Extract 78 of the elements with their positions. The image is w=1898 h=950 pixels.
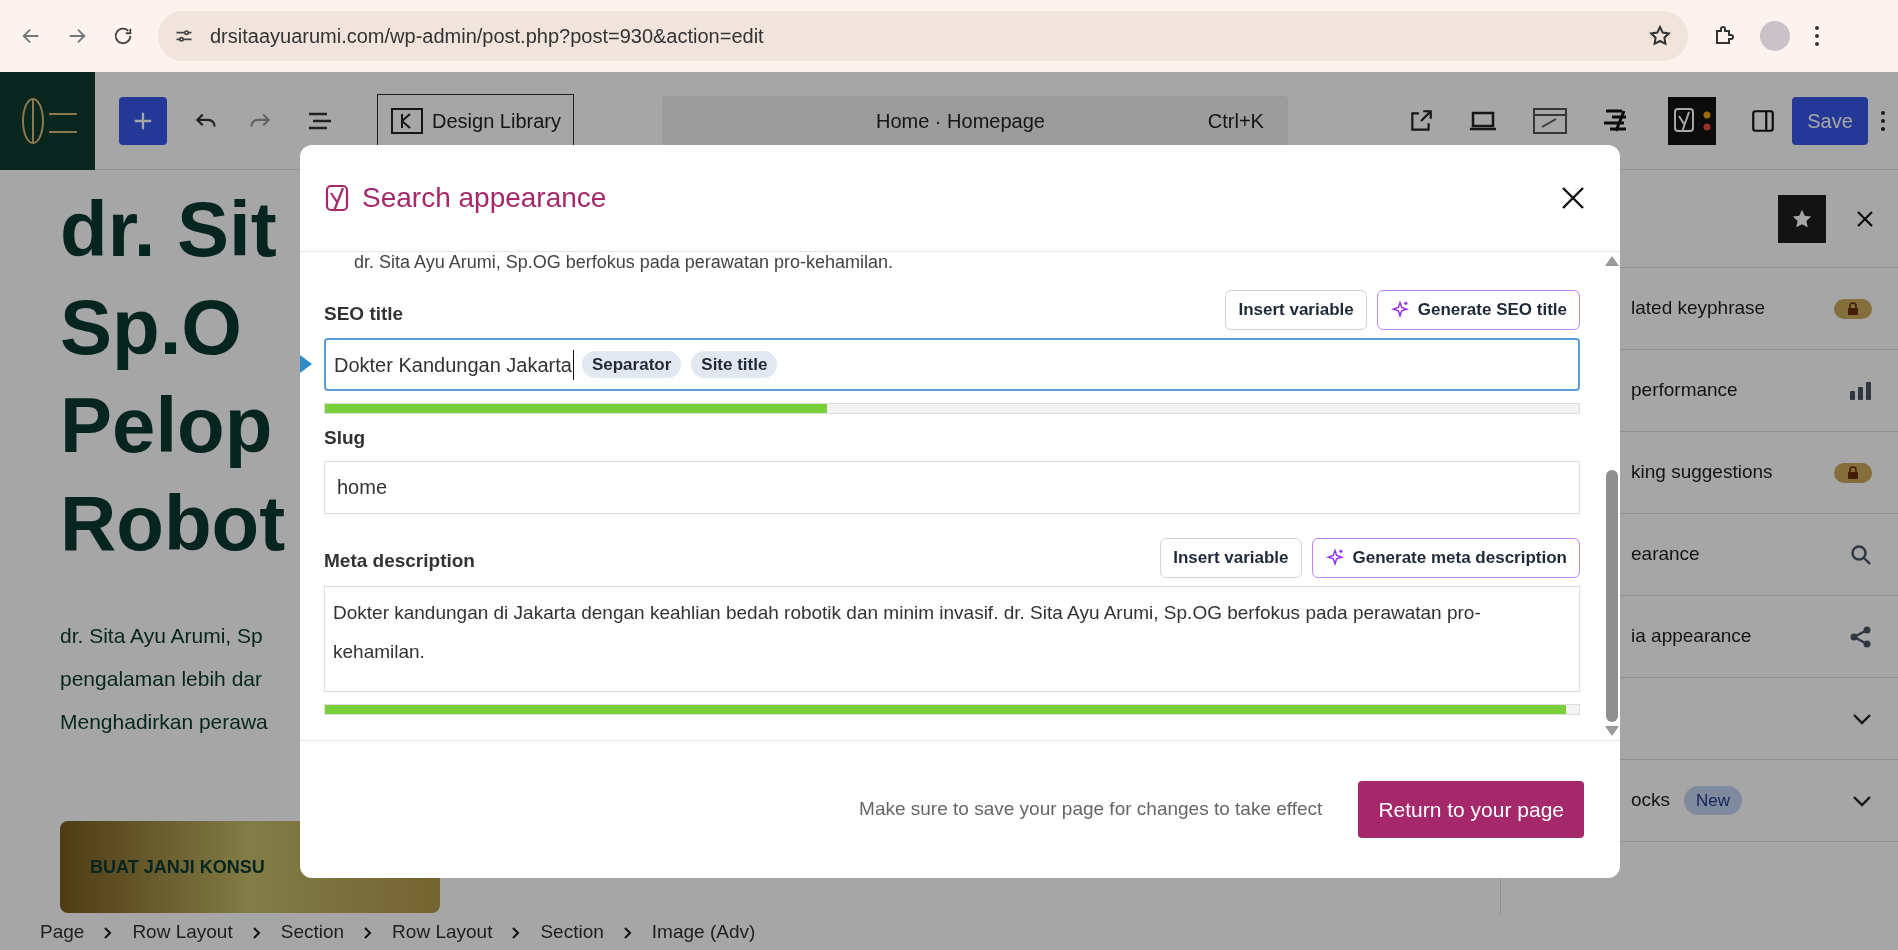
address-bar[interactable]: drsitaayuarumi.com/wp-admin/post.php?post=930&action=edit (158, 11, 1688, 61)
menu-icon[interactable] (1814, 25, 1820, 47)
panel-title: performance (1631, 378, 1738, 403)
description-preview-text: dr. Sita Ayu Arumi, Sp.OG berfokus pada perawatan pro-kehamilan. (353, 252, 894, 272)
panel-title: king suggestions (1631, 460, 1773, 485)
pointer-marker-icon (300, 355, 312, 373)
heading-text: Sp.O (60, 282, 242, 373)
shortcut-hint: Ctrl+K (1207, 108, 1264, 134)
heading-text: Robot (60, 478, 286, 569)
seo-title-field[interactable]: Dokter Kandungan Jakarta Separator Site title (324, 338, 1580, 391)
chevron-down-icon (1852, 794, 1872, 807)
lock-badge (1834, 462, 1872, 483)
chevron-right-icon (623, 926, 632, 939)
panel-title: ocks (1631, 788, 1671, 813)
sparkle-icon (1324, 547, 1345, 568)
bookmark-star-icon[interactable] (1648, 24, 1672, 48)
library-icon (390, 106, 424, 135)
insert-variable-button[interactable]: Insert variable (1160, 537, 1302, 578)
generate-seo-title-button[interactable]: Generate SEO title (1376, 290, 1580, 330)
add-block-button[interactable] (119, 96, 167, 145)
field-value: Dokter Kandungan Jakarta (334, 349, 574, 380)
chevron-right-icon (252, 926, 261, 939)
chevron-right-icon (364, 926, 373, 939)
breadcrumb-link[interactable]: Page (40, 918, 85, 947)
meta-description-field[interactable]: Dokter kandungan di Jakarta dengan keahlian bedah robotik dan minim invasif. dr. Sita Ayu Arumi, Sp.OG berfokus pada perawatan pro-kehamilan. (324, 585, 1580, 692)
variable-tag: Site title (691, 350, 778, 379)
site-logo[interactable] (0, 71, 95, 170)
field-value: home (337, 475, 388, 500)
breadcrumb-link[interactable]: Row Layout (392, 918, 493, 947)
starred-button[interactable] (1778, 194, 1826, 243)
command-bar[interactable]: Home · Homepage Ctrl+K (661, 95, 1288, 146)
bar-chart-icon (1850, 381, 1872, 400)
url-text: drsitaayuarumi.com/wp-admin/post.php?post=930&action=edit (210, 24, 765, 49)
heading-text: Pelop (60, 380, 273, 471)
chevron-down-icon (1852, 712, 1872, 725)
share-icon (1850, 625, 1872, 648)
panel-title: lated keyphrase (1631, 296, 1766, 321)
close-icon[interactable] (1560, 185, 1586, 211)
slug-field[interactable]: home (324, 460, 1580, 514)
lock-badge (1834, 298, 1872, 319)
paragraph-text: Menghadirkan perawa (60, 709, 268, 735)
field-label: Meta description (324, 549, 475, 573)
chevron-right-icon (104, 926, 113, 939)
external-link-icon[interactable] (1408, 107, 1434, 134)
design-library-button[interactable]: Design Library (377, 93, 574, 148)
field-value: Dokter kandungan di Jakarta dengan keahlian bedah robotik dan minim invasif. dr. Sita Ayu Arumi, Sp.OG berfokus pada perawatan pro-kehamilan. (333, 601, 1481, 662)
yoast-button[interactable] (1668, 96, 1716, 145)
close-icon[interactable] (1856, 209, 1874, 228)
breadcrumb-link[interactable]: Section (280, 918, 345, 947)
dialog-title: Search appearance (362, 181, 607, 215)
sparkle-icon (1389, 300, 1410, 320)
breadcrumb-link[interactable]: Row Layout (132, 918, 233, 947)
save-button[interactable]: Save (1792, 96, 1868, 145)
preview-window-icon[interactable] (1532, 106, 1568, 135)
scroll-up-icon[interactable] (1605, 256, 1619, 266)
scroll-down-icon[interactable] (1605, 726, 1619, 736)
return-to-page-button[interactable]: Return to your page (1358, 781, 1584, 838)
field-label: SEO title (324, 301, 404, 326)
reload-icon[interactable] (112, 25, 134, 47)
paragraph-text: dr. Sita Ayu Arumi, Sp (60, 623, 263, 649)
field-label: Slug (324, 426, 367, 450)
sidebar-toggle-icon[interactable] (1750, 107, 1776, 134)
breadcrumb-link[interactable]: Section (540, 918, 604, 947)
generate-meta-description-button[interactable]: Generate meta description (1311, 537, 1580, 578)
panel-title: earance (1631, 542, 1700, 567)
save-reminder-text: Make sure to save your page for changes to take effect (859, 797, 1323, 822)
search-icon (1850, 543, 1872, 566)
paragraph-text: pengalaman lebih dar (60, 666, 262, 692)
heading-text: dr. Sit (60, 184, 277, 275)
variable-tag: Separator (581, 350, 682, 379)
scrollbar-thumb[interactable] (1606, 470, 1618, 722)
document-title: Home · Homepage (875, 108, 1046, 134)
breadcrumb-link[interactable]: Image (Adv) (651, 918, 756, 947)
insert-variable-button[interactable]: Insert variable (1225, 290, 1367, 330)
panel-title: ia appearance (1631, 624, 1752, 649)
new-badge: New (1684, 785, 1743, 816)
chevron-right-icon (512, 926, 521, 939)
more-options-icon[interactable] (1880, 109, 1886, 132)
